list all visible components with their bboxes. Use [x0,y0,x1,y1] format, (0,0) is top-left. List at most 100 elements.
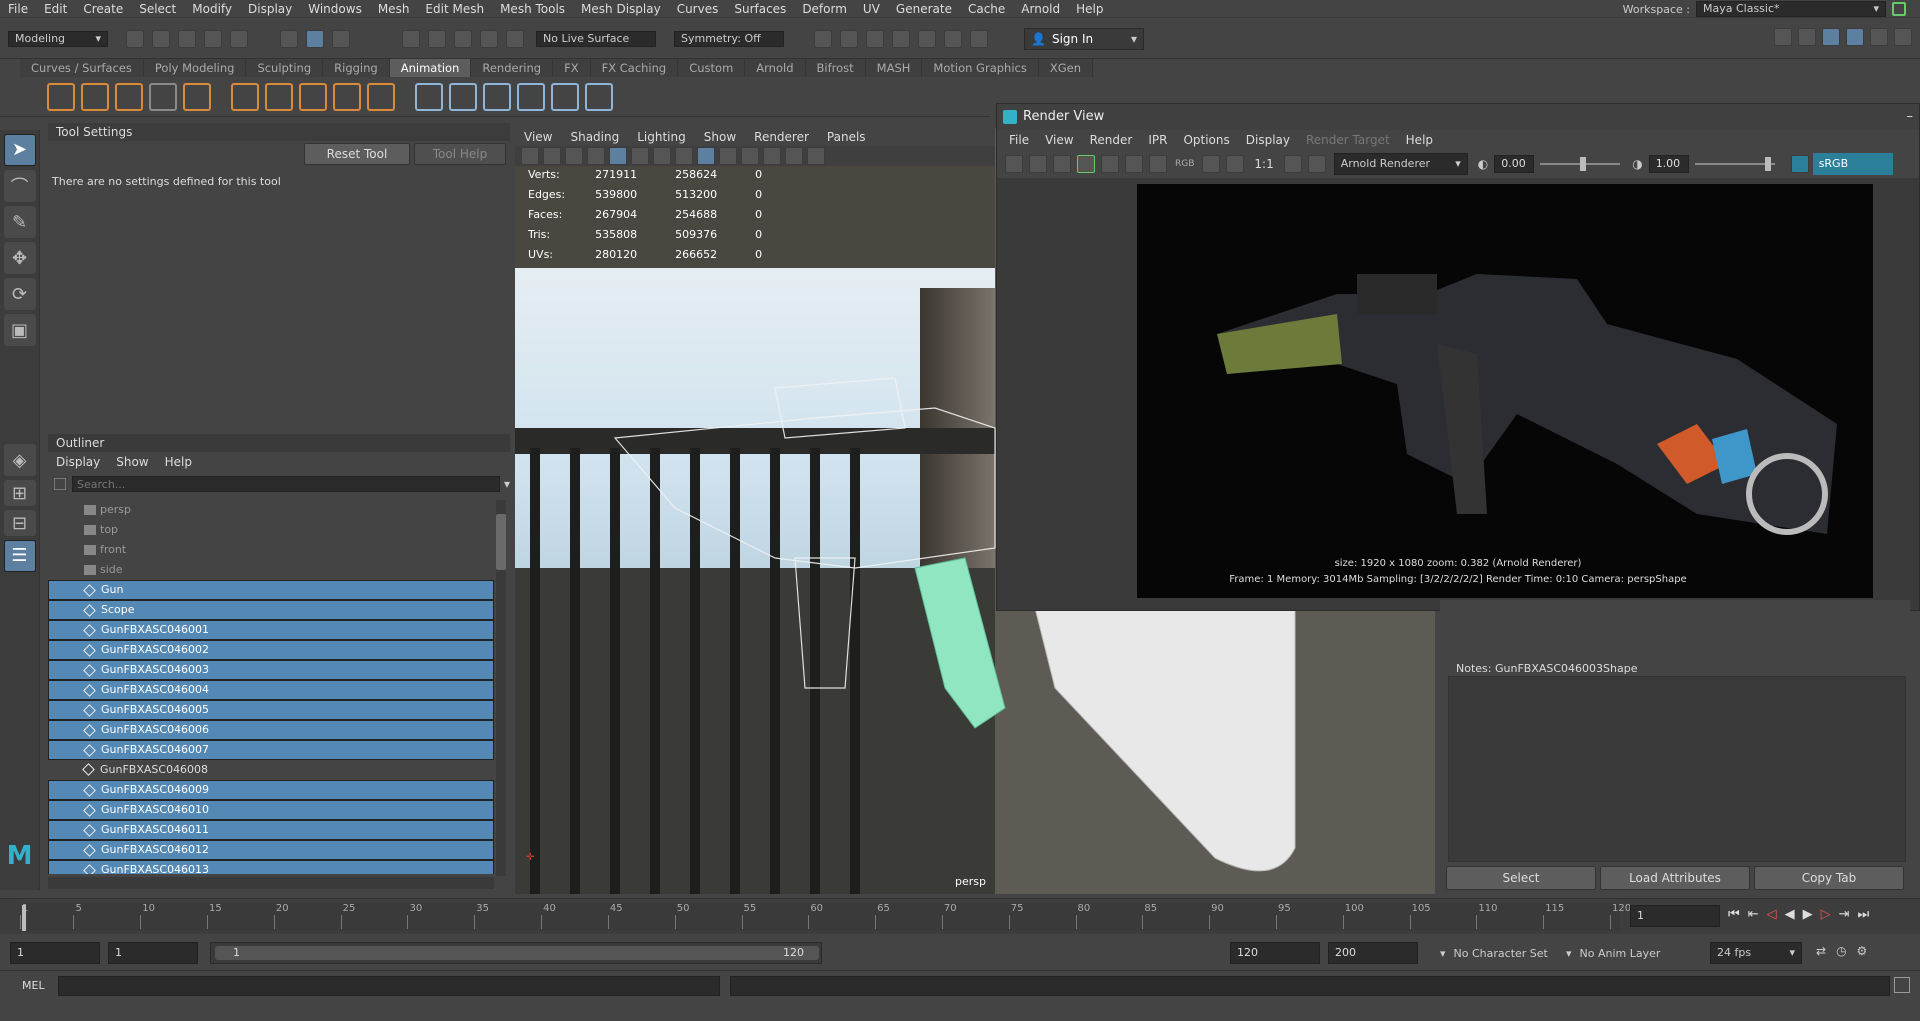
save-scene-icon[interactable] [178,29,196,48]
textured-icon[interactable] [719,147,737,165]
wireframe-icon[interactable] [675,147,693,165]
menu-modify[interactable]: Modify [184,0,240,18]
shelf-tab-animation[interactable]: Animation [389,59,472,77]
script-editor-icon[interactable] [1894,977,1910,993]
gamma-field[interactable]: 1.00 [1648,155,1689,173]
outliner-search-input[interactable] [72,476,500,492]
shelf-tab-bifrost[interactable]: Bifrost [805,59,866,77]
outliner-layout-icon[interactable]: ☰ [3,540,36,572]
shelf-tab-motion-graphics[interactable]: Motion Graphics [922,59,1039,77]
menu-generate[interactable]: Generate [888,0,960,18]
preferences-icon[interactable]: ⚙ [1857,944,1868,958]
reset-tool-button[interactable]: Reset Tool [304,143,410,165]
anim-start-field[interactable]: 1 [10,942,100,964]
outliner-item[interactable]: GunFBXASC046010 [48,800,494,820]
scale-tool-icon[interactable]: ▣ [3,314,36,346]
anim-end-field[interactable]: 200 [1328,942,1418,964]
script-language-label[interactable]: MEL [22,979,45,992]
shelf-tab-fx-caching[interactable]: FX Caching [590,59,679,77]
menu-mesh-display[interactable]: Mesh Display [573,0,669,18]
current-time-marker[interactable] [22,905,26,931]
viewport-menu-view[interactable]: View [515,128,561,146]
refresh-ipr-icon[interactable] [1101,155,1119,173]
exposure-field[interactable]: 0.00 [1494,155,1535,173]
playback-start-field[interactable]: 1 [108,942,198,964]
viewport-menu-renderer[interactable]: Renderer [745,128,818,146]
single-perspective-icon[interactable]: ◈ [3,444,36,476]
play-backward-icon[interactable]: ◀ [1785,907,1795,922]
outliner-item[interactable]: top [48,520,494,540]
ipr-render-icon[interactable] [866,29,884,48]
layout-outliner-icon[interactable] [1870,28,1888,46]
time-slider[interactable]: 1510152025303540455055606570758085909510… [0,898,1920,934]
step-back-frame-icon[interactable]: ◁ [1767,907,1777,922]
render-region-icon[interactable] [1029,155,1047,173]
history-icon[interactable] [814,29,832,48]
outliner-item[interactable]: GunFBXASC046005 [48,700,494,720]
render-menu-file[interactable]: File [1001,130,1037,150]
ik-handle-icon[interactable] [299,82,327,111]
shadows-icon[interactable] [763,147,781,165]
film-gate-icon[interactable] [631,147,649,165]
constraint-pole-icon[interactable] [585,82,613,111]
viewport-menu-shading[interactable]: Shading [561,128,628,146]
constraint-orient-icon[interactable] [483,82,511,111]
camera-select-icon[interactable] [521,147,539,165]
xray-icon[interactable] [785,147,803,165]
outliner-item[interactable]: GunFBXASC046002 [48,640,494,660]
select-object-icon[interactable] [306,29,324,48]
shelf-tab-custom[interactable]: Custom [678,59,746,77]
shelf-tab-fx[interactable]: FX [553,59,591,77]
constraint-parent-icon[interactable] [415,82,443,111]
move-tool-icon[interactable]: ✥ [3,242,36,274]
keep-image-icon[interactable] [1149,155,1167,173]
outliner-hscrollbar[interactable] [48,877,494,889]
render-view-titlebar[interactable]: Render View – [997,104,1919,130]
snap-curve-icon[interactable] [428,29,446,48]
minimize-icon[interactable]: – [1907,104,1914,130]
filter-icon[interactable] [54,478,66,490]
menu-curves[interactable]: Curves [669,0,727,18]
ghost-icon[interactable] [115,82,143,111]
smooth-shade-icon[interactable] [697,147,715,165]
outliner-item[interactable]: GunFBXASC046011 [48,820,494,840]
outliner-item[interactable]: GunFBXASC046007 [48,740,494,760]
menu-mesh-tools[interactable]: Mesh Tools [492,0,573,18]
menu-help[interactable]: Help [1068,0,1111,18]
open-scene-icon[interactable] [152,29,170,48]
outliner-item[interactable]: GunFBXASC046004 [48,680,494,700]
step-forward-frame-icon[interactable]: ▷ [1821,907,1831,922]
viewport-menu-show[interactable]: Show [695,128,745,146]
constraint-aim-icon[interactable] [551,82,579,111]
snap-grid-icon[interactable] [402,29,420,48]
chevron-down-icon[interactable]: ▾ [504,477,510,491]
outliner-menu-help[interactable]: Help [157,455,200,469]
outliner-item[interactable]: GunFBXASC046009 [48,780,494,800]
ik-spline-icon[interactable] [333,82,361,111]
snap-surface-icon[interactable] [506,29,524,48]
shelf-tab-sculpting[interactable]: Sculpting [246,59,324,77]
undo-icon[interactable] [204,29,222,48]
select-component-icon[interactable] [332,29,350,48]
anim-layer-dropdown[interactable]: ▾ No Anim Layer [1566,942,1686,964]
grid-icon[interactable] [609,147,627,165]
layout-two-icon[interactable] [1846,28,1864,46]
range-handle[interactable] [215,946,819,960]
viewport-menu-panels[interactable]: Panels [818,128,875,146]
unghost-icon[interactable] [149,82,177,111]
shelf-tab-rigging[interactable]: Rigging [323,59,390,77]
outliner-item[interactable]: GunFBXASC046008 [48,760,494,780]
menu-display[interactable]: Display [240,0,300,18]
menu-surfaces[interactable]: Surfaces [726,0,794,18]
luminance-icon[interactable] [1226,155,1245,173]
snapshot-icon[interactable] [1053,155,1071,173]
outliner-item[interactable]: persp [48,500,494,520]
render-menu-options[interactable]: Options [1175,130,1237,150]
render-menu-view[interactable]: View [1037,130,1081,150]
redo-icon[interactable] [230,29,248,48]
menu-arnold[interactable]: Arnold [1013,0,1068,18]
time-ruler[interactable]: 1510152025303540455055606570758085909510… [20,903,1631,931]
shelf-tab-arnold[interactable]: Arnold [745,59,806,77]
step-back-key-icon[interactable]: ⇤ [1748,907,1759,922]
lights-icon[interactable] [741,147,759,165]
